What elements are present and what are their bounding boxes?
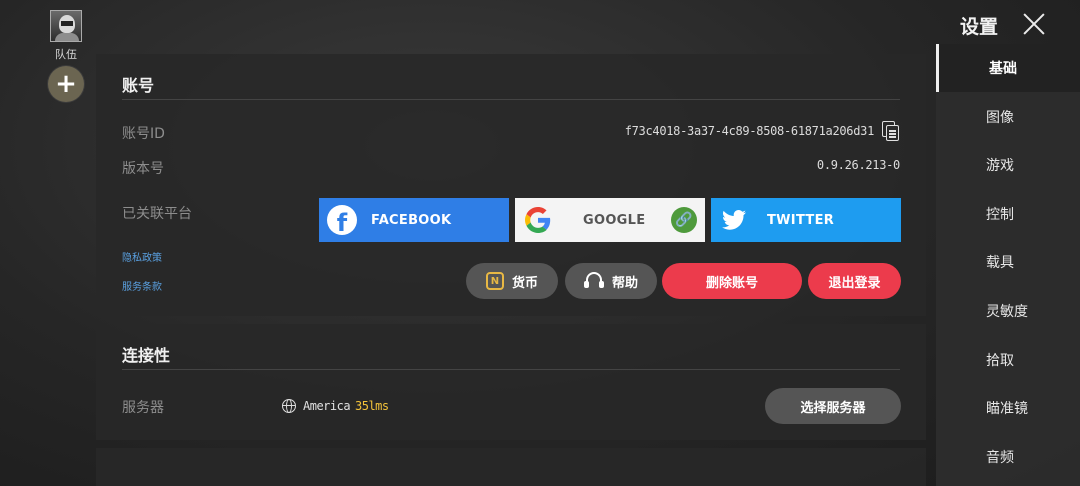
google-link-button[interactable]: GOOGLE 🔗 xyxy=(515,198,705,242)
nav-item-audio[interactable]: 音频 xyxy=(936,433,1080,481)
delete-account-label: 删除账号 xyxy=(705,275,758,291)
nav-item-game[interactable]: 游戏 xyxy=(936,141,1080,189)
nav-item-graphics[interactable]: 图像 xyxy=(936,93,1080,141)
connectivity-divider xyxy=(122,369,900,370)
twitter-label: TWITTER xyxy=(767,212,835,228)
nav-item-label: 基础 xyxy=(989,61,1017,77)
nav-item-scope[interactable]: 瞄准镜 xyxy=(936,384,1080,432)
privacy-policy-link[interactable]: 隐私政策 xyxy=(122,249,162,264)
link-icon: 🔗 xyxy=(671,207,697,233)
facebook-label: FACEBOOK xyxy=(371,212,452,228)
ping-value: 35lms xyxy=(355,399,389,413)
nav-item-controls[interactable]: 控制 xyxy=(936,190,1080,238)
terms-of-service-link[interactable]: 服务条款 xyxy=(122,278,162,293)
server-label: 服务器 xyxy=(122,400,164,416)
nav-item-label: 控制 xyxy=(986,207,1014,223)
settings-nav: 基础 图像 游戏 控制 载具 灵敏度 拾取 瞄准镜 音频 xyxy=(936,44,1080,486)
team-label: 队伍 xyxy=(55,48,77,61)
account-section-title: 账号 xyxy=(122,76,155,95)
globe-icon xyxy=(282,399,296,413)
select-server-button[interactable]: 选择服务器 xyxy=(765,388,901,424)
team-column: 队伍 + xyxy=(46,10,86,102)
twitter-icon xyxy=(719,205,749,235)
close-icon[interactable] xyxy=(1021,11,1047,37)
nav-item-label: 灵敏度 xyxy=(986,304,1028,320)
nav-item-label: 瞄准镜 xyxy=(986,401,1028,417)
help-label: 帮助 xyxy=(611,275,638,291)
version-value: 0.9.26.213-0 xyxy=(816,158,900,172)
version-label: 版本号 xyxy=(122,161,164,177)
account-panel: 账号 账号ID f73c4018-3a37-4c89-8508-61871a20… xyxy=(96,54,926,316)
delete-account-button[interactable]: 删除账号 xyxy=(662,263,802,299)
connectivity-section-title: 连接性 xyxy=(122,346,171,365)
nav-item-label: 游戏 xyxy=(986,158,1014,174)
account-id-row: f73c4018-3a37-4c89-8508-61871a206d31 xyxy=(625,121,900,141)
nav-item-label: 拾取 xyxy=(986,353,1014,369)
settings-title: 设置 xyxy=(960,16,999,38)
player-avatar[interactable] xyxy=(50,10,82,42)
copy-icon[interactable] xyxy=(882,121,900,141)
next-panel-stub xyxy=(96,448,926,486)
nav-item-label: 载具 xyxy=(986,255,1014,271)
currency-button[interactable]: N 货币 xyxy=(466,263,558,299)
headset-icon xyxy=(583,271,604,291)
nav-item-pickup[interactable]: 拾取 xyxy=(936,336,1080,384)
currency-label: 货币 xyxy=(511,275,538,291)
facebook-icon: f xyxy=(327,205,357,235)
account-id-label: 账号ID xyxy=(122,126,165,142)
nav-item-label: 音频 xyxy=(986,450,1014,466)
nav-item-sensitivity[interactable]: 灵敏度 xyxy=(936,287,1080,335)
plus-icon: + xyxy=(55,69,77,99)
account-id-value: f73c4018-3a37-4c89-8508-61871a206d31 xyxy=(624,124,875,138)
google-icon xyxy=(523,205,553,235)
linked-platforms-label: 已关联平台 xyxy=(122,206,192,222)
logout-button[interactable]: 退出登录 xyxy=(808,263,901,299)
help-button[interactable]: 帮助 xyxy=(565,263,657,299)
nav-item-label: 图像 xyxy=(986,110,1014,126)
facebook-link-button[interactable]: f FACEBOOK xyxy=(319,198,509,242)
connectivity-panel: 连接性 服务器 America 35lms 选择服务器 xyxy=(96,324,926,440)
coin-icon: N xyxy=(485,272,504,290)
nav-item-vehicle[interactable]: 载具 xyxy=(936,238,1080,286)
nav-item-basic[interactable]: 基础 xyxy=(936,44,1080,92)
twitter-link-button[interactable]: TWITTER xyxy=(711,198,901,242)
select-server-label: 选择服务器 xyxy=(800,400,866,416)
account-divider xyxy=(122,99,900,100)
server-name: America xyxy=(303,399,351,413)
add-teammate-button[interactable]: + xyxy=(48,66,84,102)
google-label: GOOGLE xyxy=(583,212,646,228)
logout-label: 退出登录 xyxy=(828,275,881,291)
